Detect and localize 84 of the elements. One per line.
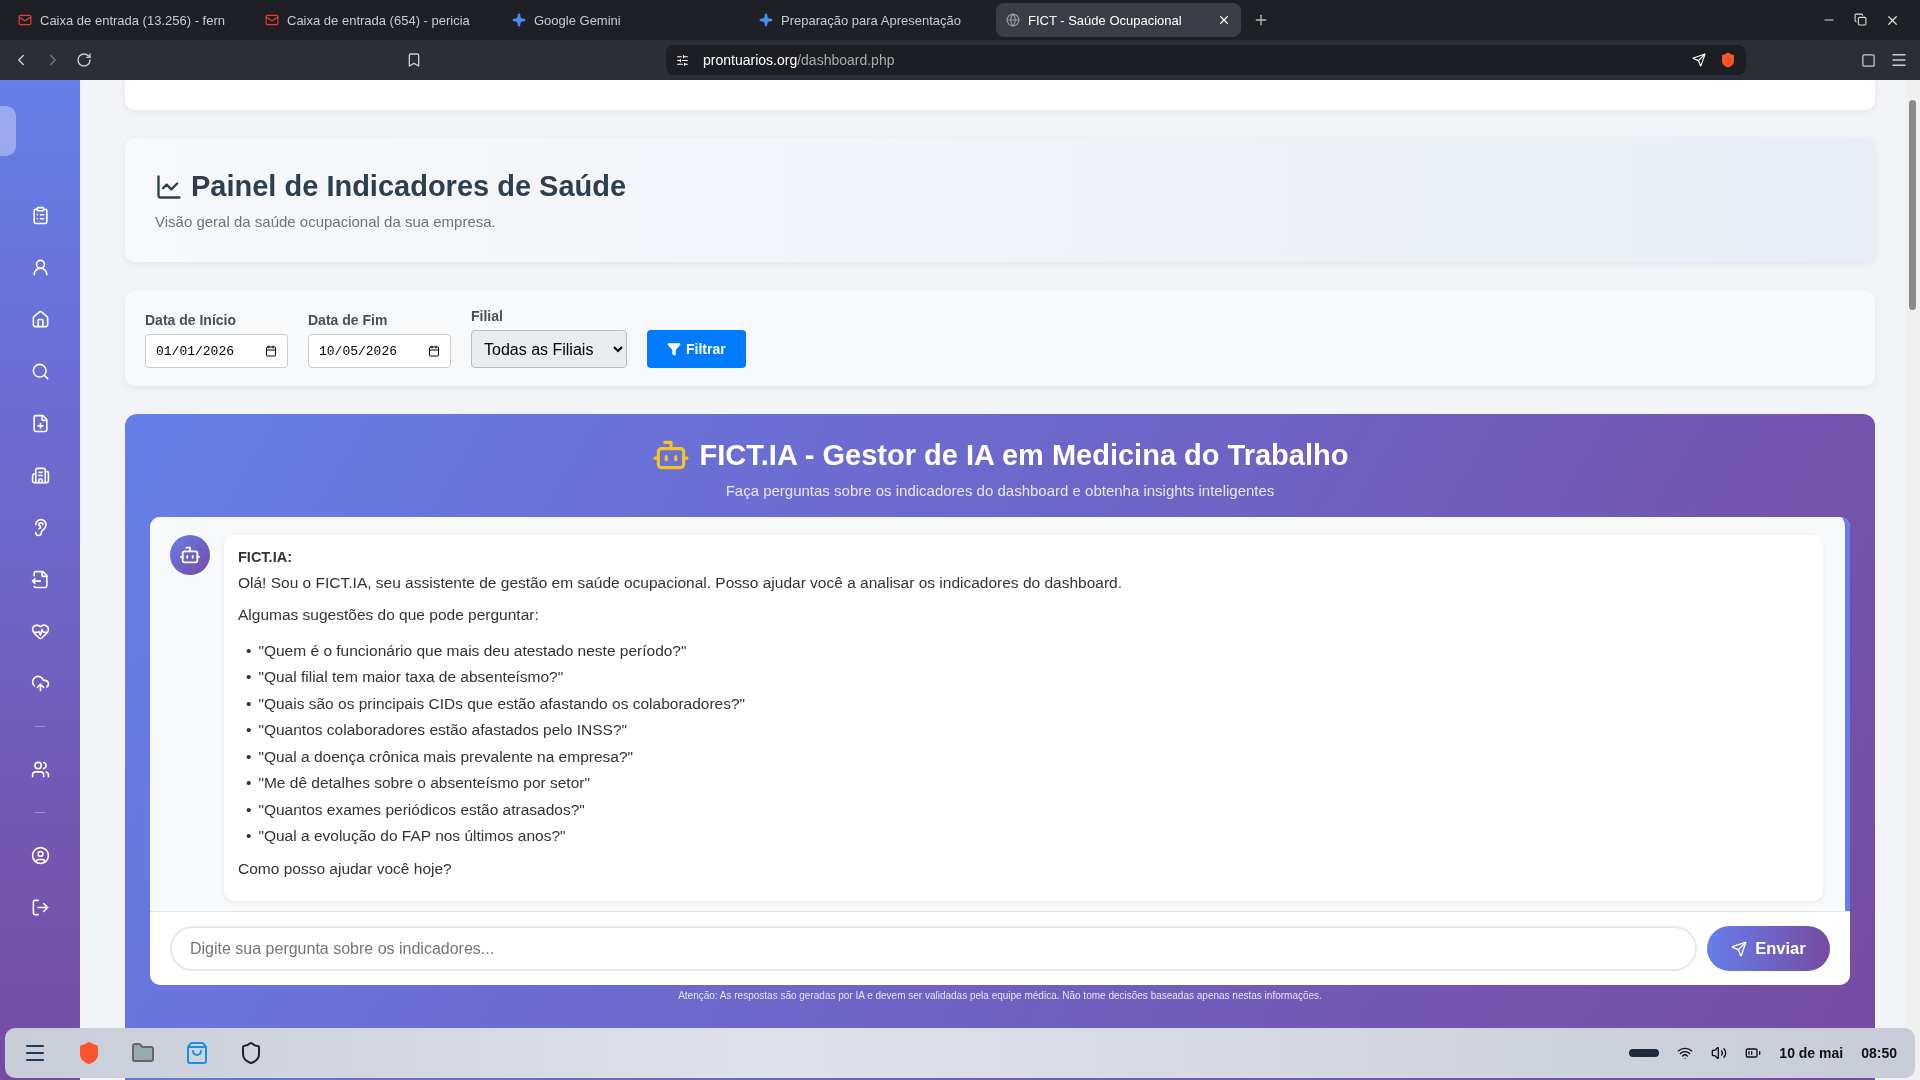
- indicator-icon: [1629, 1049, 1660, 1057]
- send-button[interactable]: Enviar: [1707, 926, 1830, 972]
- restore-icon[interactable]: [1854, 12, 1867, 26]
- app-icon[interactable]: [239, 1041, 263, 1065]
- date-field[interactable]: 10/05/2026: [308, 334, 451, 368]
- browser-tab[interactable]: Google Gemini: [502, 3, 747, 37]
- url-text: prontuarios.org/dashboard.php: [703, 52, 895, 68]
- folder-icon[interactable]: [131, 1041, 155, 1065]
- new-tab-icon[interactable]: [1253, 12, 1269, 28]
- suggestion-item: "Quem é o funcionário que mais deu atestado neste período?": [258, 640, 687, 661]
- browser-tab[interactable]: Preparação para Apresentação: [749, 3, 994, 37]
- assistant-subtitle: Faça perguntas sobre os indicadores do dashboard e obtenha insights inteligentes: [725, 482, 1275, 499]
- branch-select[interactable]: Todas as Filiais: [471, 330, 627, 368]
- user-icon[interactable]: [30, 258, 50, 277]
- disclaimer-text: Atenção: As respostas são geradas por IA e devem ser validadas pela equipe médica. Não tome decisões baseadas apenas nestas informações.: [678, 990, 1322, 1002]
- field-label: Filial: [471, 308, 504, 324]
- menu-icon[interactable]: [1890, 51, 1908, 69]
- bullet-marker: •: [246, 640, 252, 661]
- mail-icon: [18, 13, 32, 27]
- suggestion-item: "Me dê detalhes sobre o absenteísmo por setor": [258, 773, 590, 794]
- user-circle-icon[interactable]: [30, 846, 50, 865]
- bullet-marker: •: [246, 720, 252, 741]
- suggestion-item: "Quantos colaboradores estão afastados pelo INSS?": [258, 720, 628, 741]
- bullet-marker: •: [246, 799, 252, 820]
- bullet-marker: •: [246, 826, 252, 847]
- field-label: Data de Início: [145, 312, 238, 328]
- taskbar-time: 08:50: [1861, 1045, 1897, 1061]
- browser-tab[interactable]: FICT - Saúde Ocupacional: [996, 3, 1241, 37]
- suggestion-item: "Qual filial tem maior taxa de absenteísmo?": [258, 667, 564, 688]
- file-export-icon[interactable]: [30, 570, 50, 589]
- browser-tab[interactable]: Caixa de entrada (13.256) - fern: [8, 3, 253, 37]
- shield-icon[interactable]: [1720, 52, 1736, 68]
- close-icon[interactable]: [1217, 13, 1231, 27]
- filter-button[interactable]: Filtrar: [647, 330, 746, 368]
- battery-icon[interactable]: [1745, 1045, 1762, 1061]
- scrollbar-thumb[interactable]: [1909, 100, 1916, 310]
- bot-avatar: [170, 535, 210, 575]
- address-bar[interactable]: prontuarios.org/dashboard.php: [666, 45, 1746, 75]
- cloud-upload-icon[interactable]: [30, 674, 50, 693]
- suggestion-item: "Quantos exames periódicos estão atrasados?": [258, 799, 585, 820]
- heart-pulse-icon[interactable]: [30, 622, 50, 641]
- site-settings-icon[interactable]: [676, 53, 689, 67]
- logout-icon[interactable]: [30, 898, 50, 917]
- question-input[interactable]: Digite sua pergunta sobre os indicadores...: [170, 926, 1697, 972]
- bullet-marker: •: [246, 693, 252, 714]
- suggestion-item: "Qual a doença crônica mais prevalente na empresa?": [258, 746, 634, 767]
- page-title: Painel de Indicadores de Saúde: [191, 170, 627, 203]
- screenshot-icon[interactable]: [1861, 52, 1876, 68]
- reload-icon[interactable]: [76, 52, 92, 68]
- volume-icon[interactable]: [1711, 1045, 1728, 1061]
- search-icon[interactable]: [30, 362, 50, 381]
- suggestion-item: "Qual a evolução do FAP nos últimos anos?": [258, 826, 566, 847]
- sparkle-icon: [759, 13, 773, 27]
- home-icon[interactable]: [30, 310, 50, 329]
- bullet-marker: •: [246, 773, 252, 794]
- building-icon[interactable]: [30, 466, 50, 485]
- message-sender: FICT.IA:: [238, 549, 293, 565]
- date-field[interactable]: 01/01/2026: [145, 334, 288, 368]
- browser-tab[interactable]: Caixa de entrada (654) - pericia: [255, 3, 500, 37]
- filter-icon: [667, 342, 681, 356]
- bullet-marker: •: [246, 746, 252, 767]
- file-plus-icon[interactable]: [30, 414, 50, 433]
- sparkle-icon: [512, 13, 526, 27]
- calendar-icon[interactable]: [265, 345, 277, 357]
- globe-icon: [1006, 13, 1020, 27]
- mail-icon: [265, 13, 279, 27]
- message-text: Como posso ajudar você hoje?: [238, 859, 453, 880]
- message-text: Algumas sugestões do que pode perguntar:: [238, 605, 540, 626]
- bookmark-icon[interactable]: [406, 52, 422, 68]
- sidebar-toggle[interactable]: [0, 106, 16, 156]
- chart-line-icon: [155, 172, 183, 201]
- clipboard-icon[interactable]: [30, 206, 50, 225]
- taskbar-date: 10 de mai: [1779, 1045, 1844, 1061]
- page-subtitle: Visão geral da saúde ocupacional da sua empresa.: [155, 213, 497, 230]
- send-icon: [1731, 940, 1748, 957]
- bullet-marker: •: [246, 667, 252, 688]
- calendar-icon[interactable]: [428, 345, 440, 357]
- share-icon[interactable]: [1692, 53, 1706, 67]
- wifi-icon[interactable]: [1677, 1045, 1694, 1061]
- suggestion-item: "Quais são os principais CIDs que estão afastando os colaboradores?": [258, 693, 746, 714]
- users-icon[interactable]: [30, 760, 50, 779]
- assistant-title: FICT.IA - Gestor de IA em Medicina do Trabalho: [699, 438, 1349, 472]
- field-label: Data de Fim: [308, 312, 389, 328]
- message-text: Olá! Sou o FICT.IA, seu assistente de gestão em saúde ocupacional. Posso ajudar você a analisar os indicadores do dashboard.: [238, 573, 1124, 593]
